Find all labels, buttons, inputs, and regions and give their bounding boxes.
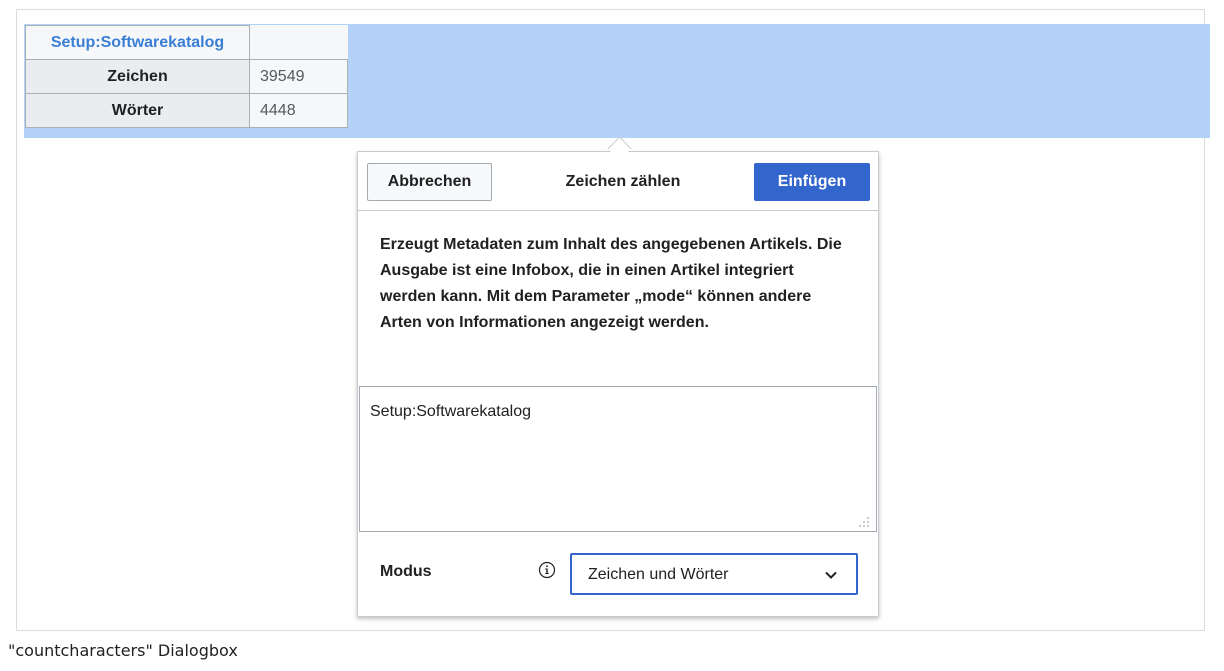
resize-grip-icon[interactable] <box>858 516 870 528</box>
infobox-label-woerter: Wörter <box>25 93 250 128</box>
infobox-title-spacer <box>250 26 348 60</box>
infobox-title[interactable]: Setup:Softwarekatalog <box>25 25 250 60</box>
infobox-row: Wörter 4448 <box>25 93 348 128</box>
chevron-down-icon <box>824 568 838 582</box>
infobox-row: Zeichen 39549 <box>25 59 348 94</box>
insert-button[interactable]: Einfügen <box>754 163 870 201</box>
countcharacters-dialog: Abbrechen Zeichen zählen Einfügen Erzeug… <box>357 151 879 617</box>
mode-label: Modus <box>380 563 432 580</box>
mode-select[interactable]: Zeichen und Wörter <box>570 553 858 595</box>
info-icon[interactable] <box>538 561 556 579</box>
article-input[interactable]: Setup:Softwarekatalog <box>359 386 877 532</box>
infobox-table[interactable]: Setup:Softwarekatalog Zeichen 39549 Wört… <box>25 25 348 128</box>
infobox-label-zeichen: Zeichen <box>25 59 250 94</box>
cancel-button[interactable]: Abbrechen <box>367 163 492 201</box>
infobox-title-row: Setup:Softwarekatalog <box>25 25 348 60</box>
infobox-value-woerter: 4448 <box>249 93 348 128</box>
dialog-description: Erzeugt Metadaten zum Inhalt des angegeb… <box>380 236 842 331</box>
image-caption: "countcharacters" Dialogbox <box>8 641 238 660</box>
mode-select-value: Zeichen und Wörter <box>588 566 729 583</box>
dialog-header: Abbrechen Zeichen zählen Einfügen <box>358 152 878 211</box>
infobox-value-zeichen: 39549 <box>249 59 348 94</box>
dialog-title: Zeichen zählen <box>565 173 681 190</box>
